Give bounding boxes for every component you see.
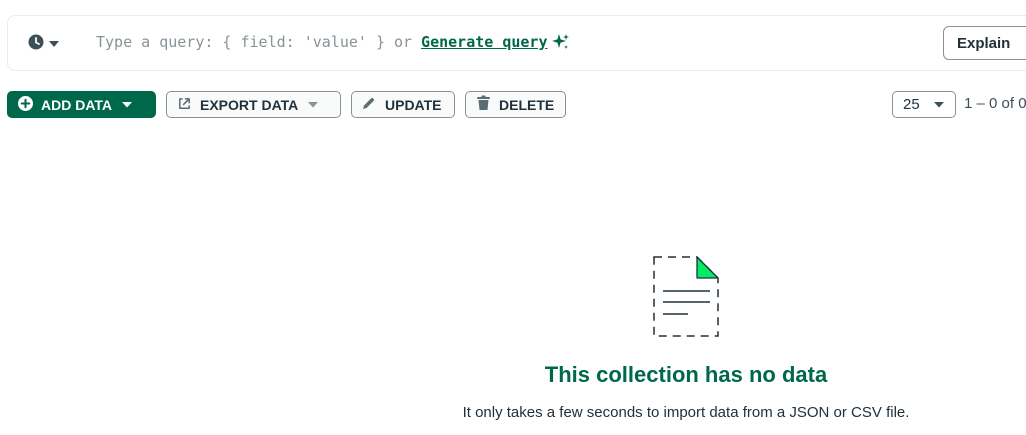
chevron-down-icon — [122, 101, 133, 108]
sparkle-icon — [551, 33, 570, 51]
document-icon — [650, 254, 722, 345]
delete-label: DELETE — [499, 96, 555, 113]
explain-button[interactable]: Explain — [943, 26, 1026, 60]
trash-icon — [476, 95, 491, 114]
query-bar: Type a query: { field: 'value' } or Gene… — [7, 15, 1026, 71]
pencil-icon — [361, 95, 377, 114]
chevron-down-icon — [308, 101, 319, 108]
export-data-label: EXPORT DATA — [200, 96, 299, 113]
plus-circle-icon — [18, 95, 33, 114]
pagination-range: 1 – 0 of 0 — [964, 95, 1026, 112]
empty-state-description: It only takes a few seconds to import da… — [462, 404, 910, 421]
query-input[interactable]: Type a query: { field: 'value' } or Gene… — [96, 33, 570, 51]
export-icon — [177, 96, 192, 114]
update-button[interactable]: UPDATE — [351, 91, 455, 118]
export-data-button[interactable]: EXPORT DATA — [166, 91, 341, 118]
delete-button[interactable]: DELETE — [465, 91, 566, 118]
page-size-select[interactable]: 25 — [892, 91, 956, 118]
empty-state-title: This collection has no data — [544, 362, 828, 387]
query-placeholder: Type a query: { field: 'value' } — [96, 33, 385, 51]
or-text: or — [393, 33, 413, 51]
page-size-value: 25 — [903, 96, 920, 113]
generate-query-link[interactable]: Generate query — [421, 33, 547, 51]
add-data-button[interactable]: ADD DATA — [7, 91, 156, 118]
add-data-label: ADD DATA — [41, 96, 113, 113]
query-history-button[interactable] — [28, 34, 59, 54]
chevron-down-icon — [933, 101, 944, 108]
clock-icon — [28, 34, 44, 55]
update-label: UPDATE — [385, 96, 442, 113]
chevron-down-icon — [49, 35, 59, 53]
